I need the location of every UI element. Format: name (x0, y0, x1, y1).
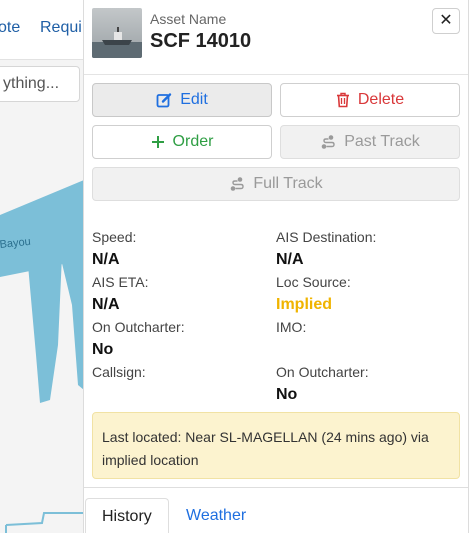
field-value: N/A (92, 251, 120, 268)
order-button[interactable]: Order (92, 125, 272, 159)
on-outcharter-field: On Outcharter: No (92, 319, 185, 359)
edit-button-label: Edit (180, 91, 208, 108)
delete-button-label: Delete (357, 91, 405, 108)
tab-label: Weather (186, 507, 247, 524)
loc-source-field: Loc Source: Implied (276, 274, 351, 314)
field-value (92, 386, 146, 404)
plus-icon (151, 136, 164, 148)
nav-item[interactable]: ote (0, 19, 20, 37)
field-value: No (92, 341, 114, 358)
edit-icon (156, 93, 172, 108)
panel-header: Asset Name SCF 14010 ✕ (84, 0, 468, 75)
speed-field: Speed: N/A (92, 229, 136, 269)
field-label: On Outcharter: (276, 364, 369, 380)
map-canvas: Bayou (0, 105, 84, 533)
top-navigation: ote Requi (0, 0, 84, 60)
imo-field: IMO: (276, 319, 306, 359)
route-icon (321, 135, 335, 149)
field-value: N/A (92, 296, 120, 313)
past-track-button-label: Past Track (344, 133, 420, 150)
past-track-button[interactable]: Past Track (280, 125, 460, 159)
field-label: IMO: (276, 319, 307, 335)
field-value: No (276, 386, 298, 403)
field-label: AIS ETA: (92, 274, 149, 290)
background-app: ote Requi ything... Bayou (0, 0, 84, 533)
field-label: Callsign: (92, 364, 146, 380)
route-icon (231, 177, 245, 191)
trash-icon (336, 92, 349, 108)
tab-bar: History Weather (84, 487, 468, 533)
full-track-button[interactable]: Full Track (92, 167, 460, 201)
asset-thumbnail (92, 8, 142, 58)
asset-name: SCF 14010 (150, 30, 252, 52)
tab-weather[interactable]: Weather (170, 498, 262, 533)
alert-text: Last located: Near SL-MAGELLAN (24 mins … (102, 429, 429, 468)
field-label: Speed: (92, 229, 137, 245)
field-label: On Outcharter: (92, 319, 185, 335)
asset-panel: Asset Name SCF 14010 ✕ Edit Delete Order (83, 0, 469, 533)
on-outcharter-field: On Outcharter: No (276, 364, 369, 404)
nav-item[interactable]: Requi (40, 19, 82, 37)
field-label: AIS Destination: (276, 229, 377, 245)
close-button[interactable]: ✕ (432, 8, 460, 34)
tab-history[interactable]: History (85, 498, 169, 533)
tab-label: History (102, 508, 152, 525)
location-alert: Last located: Near SL-MAGELLAN (24 mins … (92, 412, 460, 479)
edit-button[interactable]: Edit (92, 83, 272, 117)
search-input[interactable]: ything... (0, 66, 80, 102)
ais-destination-field: AIS Destination: N/A (276, 229, 376, 269)
ais-eta-field: AIS ETA: N/A (92, 274, 149, 314)
map[interactable]: Bayou (0, 105, 84, 533)
field-value: N/A (276, 251, 304, 268)
field-value (276, 341, 306, 359)
callsign-field: Callsign: (92, 364, 146, 404)
full-track-button-label: Full Track (253, 175, 323, 192)
field-value: Implied (276, 296, 333, 313)
field-label: Loc Source: (276, 274, 351, 290)
order-button-label: Order (172, 133, 214, 150)
search-placeholder: ything... (3, 75, 60, 92)
asset-name-label: Asset Name (150, 11, 227, 27)
delete-button[interactable]: Delete (280, 83, 460, 117)
close-icon: ✕ (439, 12, 453, 29)
